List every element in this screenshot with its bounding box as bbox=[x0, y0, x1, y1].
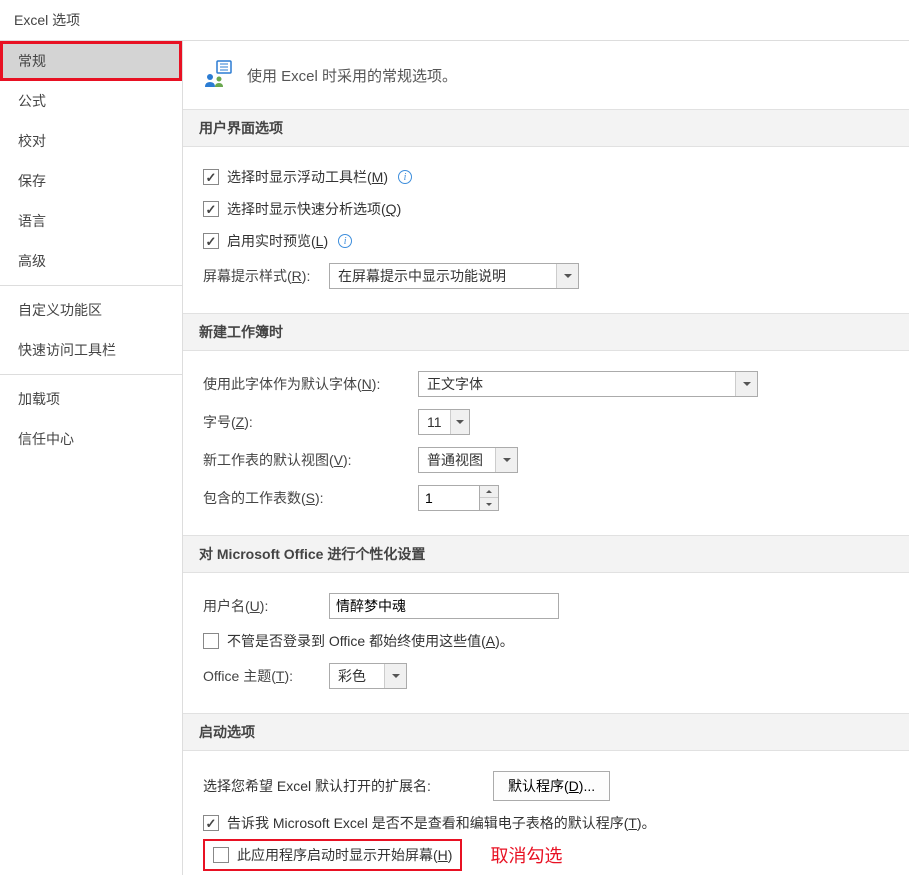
sidebar-item-formulas[interactable]: 公式 bbox=[0, 81, 182, 121]
font-size-dropdown[interactable]: 11 bbox=[418, 409, 470, 435]
default-view-label: 新工作表的默认视图(V): bbox=[203, 450, 418, 470]
sheet-count-spinner[interactable] bbox=[418, 485, 499, 511]
screentip-value: 在屏幕提示中显示功能说明 bbox=[330, 266, 556, 286]
live-preview-checkbox[interactable] bbox=[203, 233, 219, 249]
default-view-dropdown[interactable]: 普通视图 bbox=[418, 447, 518, 473]
font-size-label: 字号(Z): bbox=[203, 412, 418, 432]
sidebar-item-trust-center[interactable]: 信任中心 bbox=[0, 419, 182, 459]
mini-toolbar-label: 选择时显示浮动工具栏(M) bbox=[227, 167, 388, 187]
default-view-value: 普通视图 bbox=[419, 450, 495, 470]
default-programs-button[interactable]: 默认程序(D)... bbox=[493, 771, 610, 801]
chevron-down-icon bbox=[384, 664, 406, 688]
extensions-label: 选择您希望 Excel 默认打开的扩展名: bbox=[203, 776, 493, 796]
spinner-up-icon[interactable] bbox=[480, 486, 498, 498]
start-screen-checkbox[interactable] bbox=[213, 847, 229, 863]
section-personalize-header: 对 Microsoft Office 进行个性化设置 bbox=[183, 535, 909, 573]
divider bbox=[0, 285, 182, 286]
section-startup-body: 选择您希望 Excel 默认打开的扩展名: 默认程序(D)... 告诉我 Mic… bbox=[183, 751, 909, 875]
always-use-label: 不管是否登录到 Office 都始终使用这些值(A)。 bbox=[227, 631, 514, 651]
sheet-count-label: 包含的工作表数(S): bbox=[203, 488, 418, 508]
chevron-down-icon bbox=[556, 264, 578, 288]
screentip-label: 屏幕提示样式(R): bbox=[203, 266, 329, 286]
live-preview-label: 启用实时预览(L) bbox=[227, 231, 328, 251]
options-icon bbox=[203, 59, 235, 91]
sidebar-item-advanced[interactable]: 高级 bbox=[0, 241, 182, 281]
section-new-workbook-body: 使用此字体作为默认字体(N): 正文字体 字号(Z): 11 新工作表的默认视图… bbox=[183, 351, 909, 535]
sheet-count-input[interactable] bbox=[418, 485, 480, 511]
spinner-down-icon[interactable] bbox=[480, 498, 498, 510]
sidebar-item-general[interactable]: 常规 bbox=[0, 41, 182, 81]
header-text: 使用 Excel 时采用的常规选项。 bbox=[247, 65, 457, 86]
username-label: 用户名(U): bbox=[203, 596, 329, 616]
mini-toolbar-checkbox[interactable] bbox=[203, 169, 219, 185]
chevron-down-icon bbox=[495, 448, 517, 472]
screentip-dropdown[interactable]: 在屏幕提示中显示功能说明 bbox=[329, 263, 579, 289]
tell-me-label: 告诉我 Microsoft Excel 是否不是查看和编辑电子表格的默认程序(T… bbox=[227, 813, 656, 833]
default-font-label: 使用此字体作为默认字体(N): bbox=[203, 374, 418, 394]
tell-me-checkbox[interactable] bbox=[203, 815, 219, 831]
chevron-down-icon bbox=[450, 410, 469, 434]
default-font-value: 正文字体 bbox=[419, 374, 735, 394]
divider bbox=[0, 374, 182, 375]
theme-value: 彩色 bbox=[330, 666, 384, 686]
window-title: Excel 选项 bbox=[0, 0, 909, 40]
theme-label: Office 主题(T): bbox=[203, 666, 329, 686]
start-screen-label: 此应用程序启动时显示开始屏幕(H) bbox=[237, 845, 452, 865]
section-personalize-body: 用户名(U): 不管是否登录到 Office 都始终使用这些值(A)。 Offi… bbox=[183, 573, 909, 713]
chevron-down-icon bbox=[735, 372, 757, 396]
start-screen-highlight: 此应用程序启动时显示开始屏幕(H) bbox=[203, 839, 462, 871]
content-pane: 使用 Excel 时采用的常规选项。 用户界面选项 选择时显示浮动工具栏(M) … bbox=[183, 41, 909, 875]
header-row: 使用 Excel 时采用的常规选项。 bbox=[183, 53, 909, 109]
info-icon[interactable]: i bbox=[398, 170, 412, 184]
theme-dropdown[interactable]: 彩色 bbox=[329, 663, 407, 689]
sidebar-item-quick-access[interactable]: 快速访问工具栏 bbox=[0, 330, 182, 370]
sidebar-item-proofing[interactable]: 校对 bbox=[0, 121, 182, 161]
dialog-container: 常规 公式 校对 保存 语言 高级 自定义功能区 快速访问工具栏 加载项 信任中… bbox=[0, 40, 909, 875]
section-ui-options-body: 选择时显示浮动工具栏(M) i 选择时显示快速分析选项(Q) 启用实时预览(L)… bbox=[183, 147, 909, 313]
always-use-checkbox[interactable] bbox=[203, 633, 219, 649]
font-size-value: 11 bbox=[419, 414, 450, 430]
sidebar-item-customize-ribbon[interactable]: 自定义功能区 bbox=[0, 290, 182, 330]
annotation-text: 取消勾选 bbox=[490, 842, 562, 868]
quick-analysis-label: 选择时显示快速分析选项(Q) bbox=[227, 199, 401, 219]
section-ui-options-header: 用户界面选项 bbox=[183, 109, 909, 147]
username-input[interactable] bbox=[329, 593, 559, 619]
info-icon[interactable]: i bbox=[338, 234, 352, 248]
section-startup-header: 启动选项 bbox=[183, 713, 909, 751]
default-font-dropdown[interactable]: 正文字体 bbox=[418, 371, 758, 397]
sidebar: 常规 公式 校对 保存 语言 高级 自定义功能区 快速访问工具栏 加载项 信任中… bbox=[0, 41, 183, 875]
section-new-workbook-header: 新建工作簿时 bbox=[183, 313, 909, 351]
quick-analysis-checkbox[interactable] bbox=[203, 201, 219, 217]
sidebar-item-save[interactable]: 保存 bbox=[0, 161, 182, 201]
sidebar-item-language[interactable]: 语言 bbox=[0, 201, 182, 241]
sidebar-item-addins[interactable]: 加载项 bbox=[0, 379, 182, 419]
